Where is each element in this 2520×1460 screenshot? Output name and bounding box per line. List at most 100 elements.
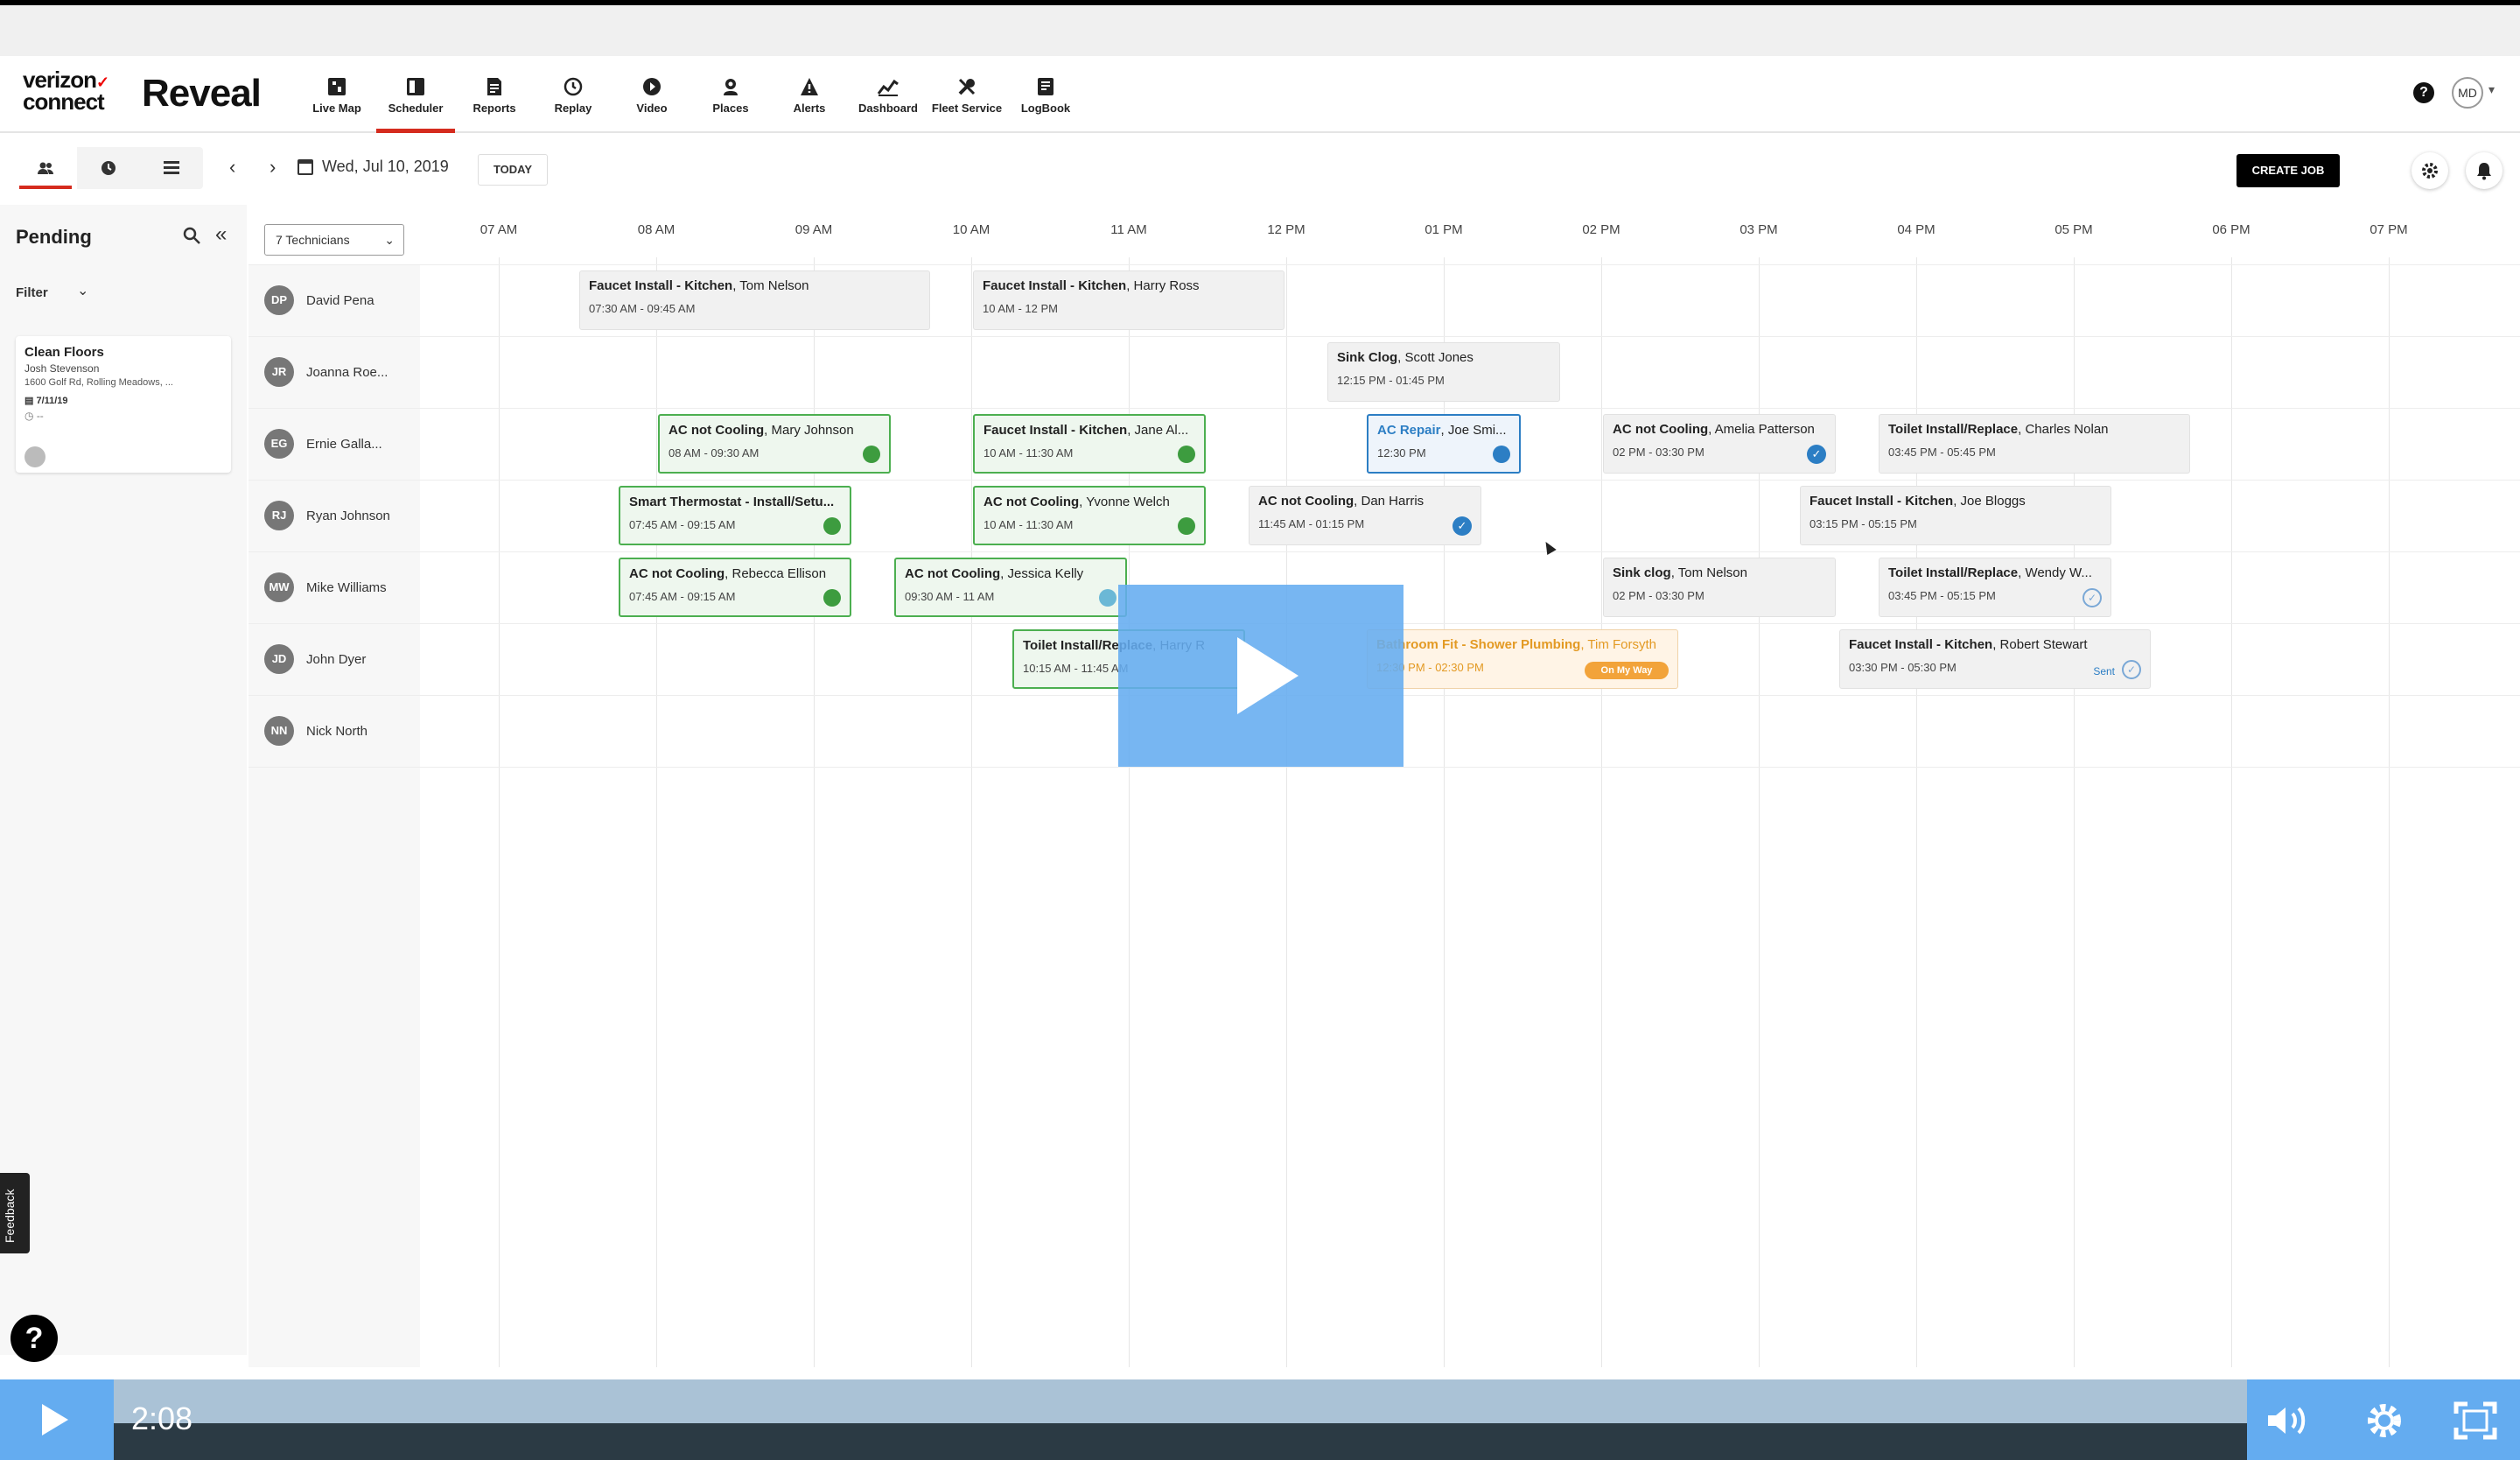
play-button[interactable] xyxy=(0,1379,114,1460)
technician-row[interactable]: JD John Dyer xyxy=(248,623,420,695)
pending-job-title: Clean Floors xyxy=(24,345,104,360)
nav-item-replay[interactable]: Replay xyxy=(534,56,612,133)
tab-timeline-view[interactable] xyxy=(77,147,140,189)
nav-item-scheduler[interactable]: Scheduler xyxy=(376,56,455,133)
calendar-icon xyxy=(298,158,313,175)
technician-row[interactable]: JR Joanna Roe... xyxy=(248,336,420,408)
tab-list-view[interactable] xyxy=(140,147,203,189)
job-time: 03:45 PM - 05:45 PM xyxy=(1888,446,1996,459)
replay-icon xyxy=(562,75,584,98)
job-title-line: AC not Cooling, Yvonne Welch xyxy=(984,495,1195,509)
today-button[interactable]: TODAY xyxy=(478,154,548,186)
filter-label[interactable]: Filter xyxy=(16,285,48,300)
job-time: 10 AM - 11:30 AM xyxy=(984,518,1074,531)
job-card[interactable]: AC not Cooling, Jessica Kelly 09:30 AM - … xyxy=(894,558,1127,617)
job-card[interactable]: Faucet Install - Kitchen, Joe Bloggs 03:1… xyxy=(1800,486,2111,545)
job-title: AC not Cooling xyxy=(1258,494,1354,509)
technician-row[interactable]: MW Mike Williams xyxy=(248,551,420,623)
job-title: Faucet Install - Kitchen xyxy=(1849,637,1993,652)
job-card[interactable]: AC not Cooling, Dan Harris 11:45 AM - 01:… xyxy=(1249,486,1481,545)
nav-item-dashboard[interactable]: Dashboard xyxy=(849,56,928,133)
create-job-button[interactable]: CREATE JOB xyxy=(2236,154,2340,187)
job-card[interactable]: Smart Thermostat - Install/Setu... 07:45 … xyxy=(619,486,851,545)
technician-row[interactable]: DP David Pena xyxy=(248,264,420,336)
tab-technicians-view[interactable] xyxy=(14,147,77,189)
job-title-line: Faucet Install - Kitchen, Harry Ross xyxy=(983,278,1275,293)
search-icon[interactable] xyxy=(182,226,201,249)
wrench-icon xyxy=(956,75,978,98)
job-card[interactable]: Sink clog, Tom Nelson 02 PM - 03:30 PM xyxy=(1603,558,1836,617)
row-divider xyxy=(248,551,2520,552)
feedback-tab[interactable]: Feedback xyxy=(0,1173,30,1253)
video-play-overlay[interactable] xyxy=(1118,585,1404,767)
previous-day-arrow[interactable]: ‹ xyxy=(229,156,235,179)
job-card[interactable]: AC not Cooling, Rebecca Ellison 07:45 AM … xyxy=(619,558,851,617)
collapse-icon[interactable]: « xyxy=(215,222,227,247)
scheduler-icon xyxy=(404,75,427,98)
job-card[interactable]: Faucet Install - Kitchen, Robert Stewart… xyxy=(1839,629,2151,689)
volume-button[interactable] xyxy=(2264,1399,2312,1442)
job-card[interactable]: Faucet Install - Kitchen, Tom Nelson 07:3… xyxy=(579,270,930,330)
nav-item-label: Fleet Service xyxy=(931,101,1003,115)
row-divider xyxy=(248,336,2520,337)
hour-gridline xyxy=(656,257,657,1367)
technicians-select[interactable]: 7 Technicians ⌄ xyxy=(264,224,404,256)
settings-button[interactable] xyxy=(2361,1399,2408,1442)
places-icon xyxy=(719,75,742,98)
technician-row[interactable]: EG Ernie Galla... xyxy=(248,408,420,480)
job-customer: Wendy W... xyxy=(2025,565,2092,580)
help-icon[interactable]: ? xyxy=(2413,82,2434,103)
pending-job-date: ▤ 7/11/19 xyxy=(24,396,68,406)
job-title-separator: , xyxy=(1079,495,1087,509)
nav-item-fleet-service[interactable]: Fleet Service xyxy=(928,56,1006,133)
job-card[interactable]: Toilet Install/Replace, Charles Nolan 03:… xyxy=(1879,414,2190,474)
job-title-separator: , xyxy=(1708,422,1715,437)
status-dot-icon xyxy=(1178,517,1195,535)
job-title-separator: , xyxy=(1992,637,2000,652)
job-card[interactable]: Faucet Install - Kitchen, Harry Ross 10 A… xyxy=(973,270,1284,330)
fullscreen-button[interactable] xyxy=(2452,1399,2499,1442)
technician-row[interactable]: RJ Ryan Johnson xyxy=(248,480,420,551)
check-icon: ✓ xyxy=(2082,588,2102,607)
technician-name: Joanna Roe... xyxy=(306,364,388,380)
job-title-line: Faucet Install - Kitchen, Jane Al... xyxy=(984,423,1195,438)
technician-name: Ryan Johnson xyxy=(306,508,390,523)
notifications-button[interactable] xyxy=(2466,152,2502,189)
nav-item-reports[interactable]: Reports xyxy=(455,56,534,133)
nav-item-alerts[interactable]: Alerts xyxy=(770,56,849,133)
hour-label: 12 PM xyxy=(1267,222,1306,237)
job-card[interactable]: Toilet Install/Replace, Wendy W... 03:45 … xyxy=(1879,558,2111,617)
chevron-down-icon[interactable]: ▾ xyxy=(2488,82,2495,97)
job-card[interactable]: AC not Cooling, Yvonne Welch 10 AM - 11:3… xyxy=(973,486,1206,545)
help-button[interactable]: ? xyxy=(10,1315,58,1362)
settings-button[interactable] xyxy=(2412,152,2448,189)
job-title-line: Toilet Install/Replace, Wendy W... xyxy=(1888,565,2102,580)
user-avatar[interactable]: MD xyxy=(2452,77,2483,109)
job-title: Bathroom Fit - Shower Plumbing xyxy=(1376,637,1581,652)
nav-item-logbook[interactable]: LogBook xyxy=(1006,56,1085,133)
technician-name: Nick North xyxy=(306,723,368,739)
job-card[interactable]: AC not Cooling, Mary Johnson 08 AM - 09:3… xyxy=(658,414,891,474)
job-card[interactable]: AC not Cooling, Amelia Patterson 02 PM - … xyxy=(1603,414,1836,474)
job-card[interactable]: AC Repair, Joe Smi... 12:30 PM xyxy=(1367,414,1521,474)
job-customer: Joe Bloggs xyxy=(1960,494,2026,509)
technician-row[interactable]: NN Nick North xyxy=(248,695,420,767)
gear-icon xyxy=(2422,163,2438,179)
view-switcher xyxy=(14,147,203,189)
job-card[interactable]: Faucet Install - Kitchen, Jane Al... 10 A… xyxy=(973,414,1206,474)
nav-item-places[interactable]: Places xyxy=(691,56,770,133)
nav-item-label: Reports xyxy=(472,101,516,115)
job-time: 07:45 AM - 09:15 AM xyxy=(629,590,736,603)
next-day-arrow[interactable]: › xyxy=(270,156,276,179)
nav-item-video[interactable]: Video xyxy=(612,56,691,133)
job-card[interactable]: Bathroom Fit - Shower Plumbing, Tim Fors… xyxy=(1367,629,1678,689)
job-customer: Joe Smi... xyxy=(1447,423,1507,438)
job-card[interactable]: Sink Clog, Scott Jones 12:15 PM - 01:45 P… xyxy=(1327,342,1560,402)
hour-gridline xyxy=(2231,257,2232,1367)
pending-job-card[interactable]: Clean Floors Josh Stevenson 1600 Golf Rd… xyxy=(16,336,231,473)
job-title-separator: , xyxy=(1670,565,1678,580)
chevron-down-icon[interactable]: ⌄ xyxy=(77,282,88,299)
nav-item-live-map[interactable]: Live Map xyxy=(298,56,376,133)
date-picker[interactable]: Wed, Jul 10, 2019 xyxy=(298,158,449,176)
job-title-separator: , xyxy=(1440,423,1448,438)
